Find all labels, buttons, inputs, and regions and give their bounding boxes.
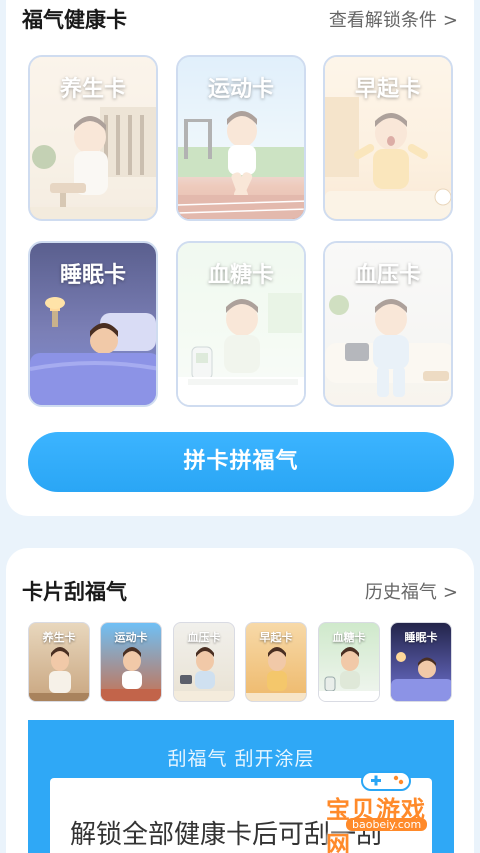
unlock-conditions-label: 查看解锁条件 — [328, 10, 437, 31]
thumb-yundong[interactable]: 运动卡 — [100, 622, 162, 702]
card-label: 血糖卡 — [207, 263, 274, 288]
thumb-label: 睡眠卡 — [404, 631, 438, 644]
health-card-yundong[interactable]: 运动卡 — [176, 55, 306, 221]
unlock-conditions-link[interactable]: 查看解锁条件 > — [329, 6, 458, 32]
health-card-xuetang[interactable]: 血糖卡 — [176, 241, 306, 407]
scratch-section-title: 卡片刮福气 — [22, 580, 127, 604]
health-card-yangsheng[interactable]: 养生卡 — [28, 55, 158, 221]
chevron-right-icon: > — [442, 10, 458, 31]
history-link[interactable]: 历史福气 > — [365, 578, 458, 604]
thumb-shuimian[interactable]: 睡眠卡 — [390, 622, 452, 702]
card-label: 早起卡 — [354, 77, 421, 102]
thumb-label: 早起卡 — [259, 631, 293, 644]
health-card-xueya[interactable]: 血压卡 — [323, 241, 453, 407]
history-label: 历史福气 — [364, 582, 437, 603]
site-watermark: 宝贝游戏网 baobeiy.com — [326, 768, 446, 853]
gamepad-icon — [361, 771, 411, 791]
chevron-right-icon: > — [442, 582, 458, 603]
thumb-xuetang[interactable]: 血糖卡 — [318, 622, 380, 702]
thumb-label: 血糖卡 — [332, 631, 366, 644]
thumb-zaoqi[interactable]: 早起卡 — [245, 622, 307, 702]
thumb-label: 运动卡 — [114, 631, 148, 644]
thumb-label: 血压卡 — [187, 631, 221, 644]
thumb-label: 养生卡 — [42, 631, 76, 644]
thumb-yangsheng[interactable]: 养生卡 — [28, 622, 90, 702]
health-card-shuimian[interactable]: 睡眠卡 — [28, 241, 158, 407]
health-card-zaoqi[interactable]: 早起卡 — [323, 55, 453, 221]
card-label: 养生卡 — [59, 77, 126, 102]
health-section-title: 福气健康卡 — [22, 8, 127, 32]
card-label: 运动卡 — [207, 77, 274, 102]
watermark-url: baobeiy.com — [346, 818, 428, 831]
thumb-xueya[interactable]: 血压卡 — [173, 622, 235, 702]
combine-cards-button[interactable]: 拼卡拼福气 — [28, 432, 454, 492]
card-label: 睡眠卡 — [59, 263, 126, 288]
card-label: 血压卡 — [354, 263, 421, 288]
